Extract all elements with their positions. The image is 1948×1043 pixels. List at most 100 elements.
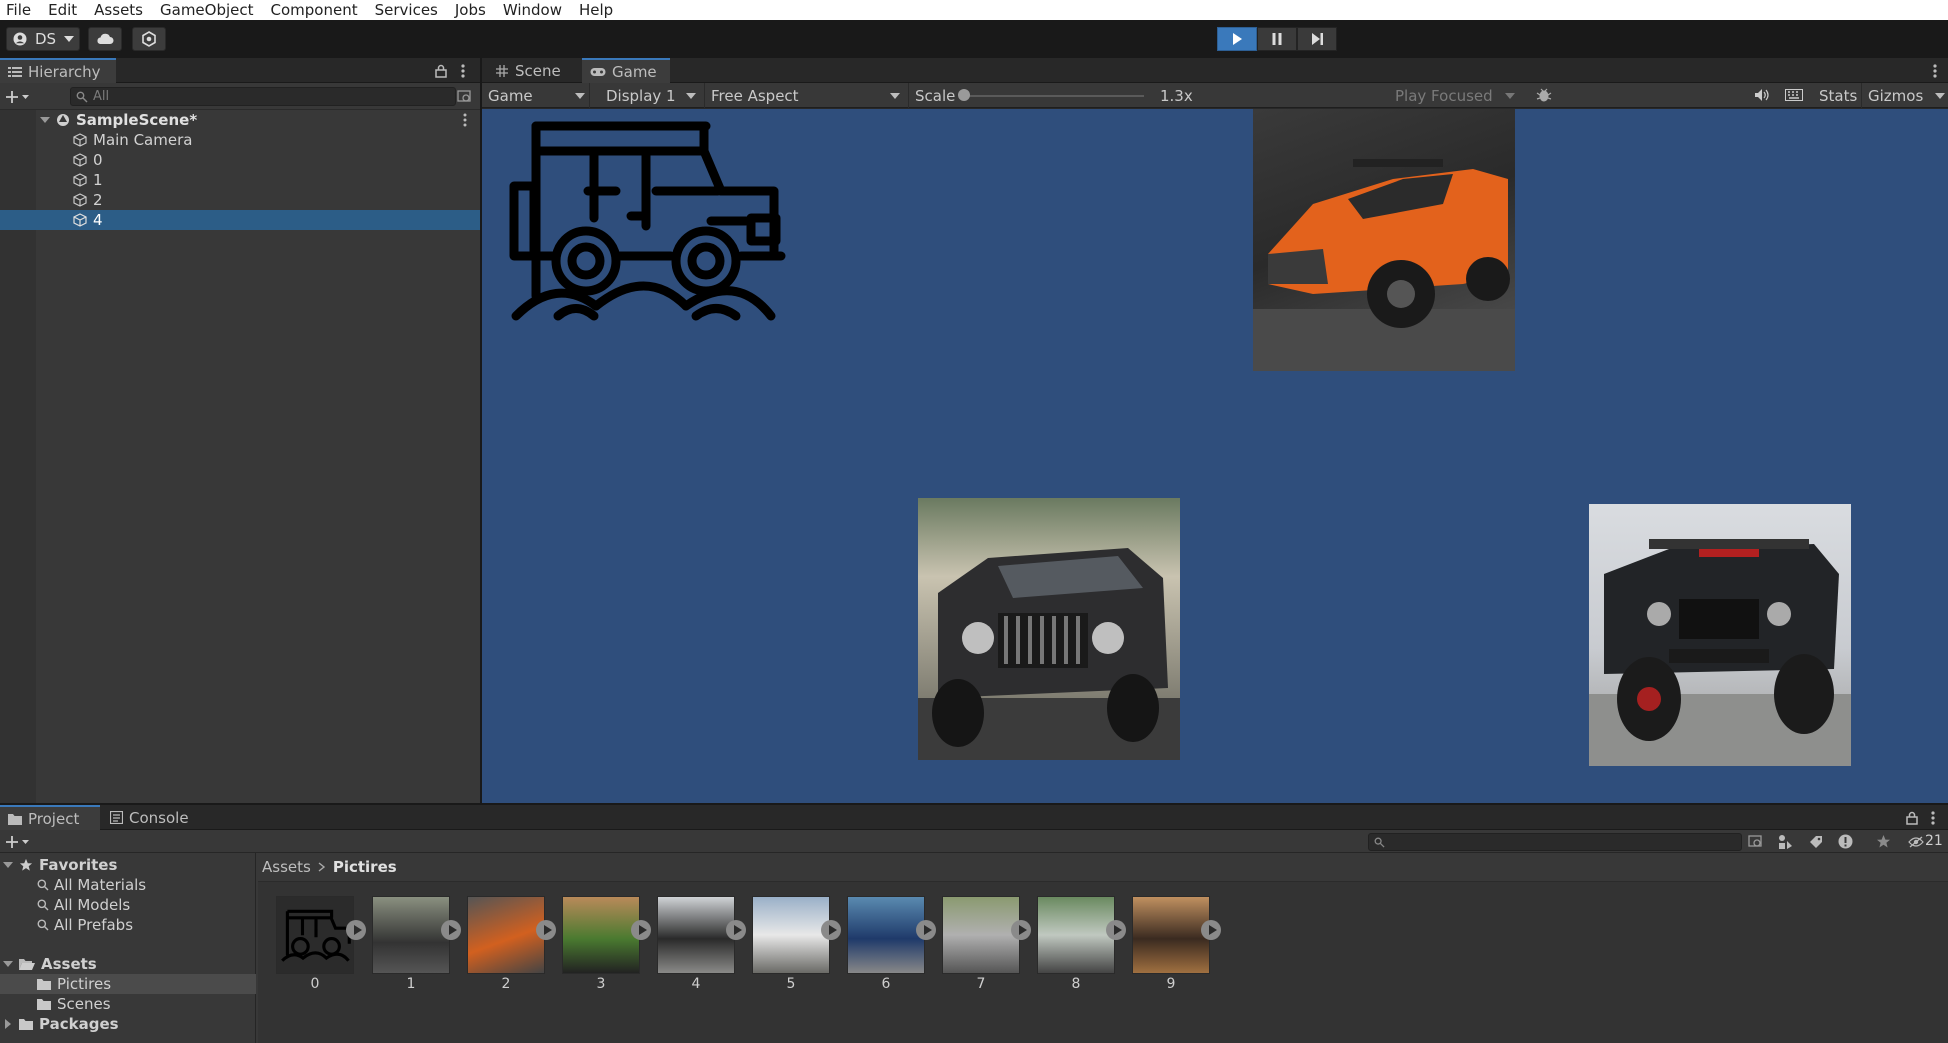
favorites-row[interactable]: Favorites — [0, 855, 256, 875]
search-by-type-icon[interactable] — [1748, 835, 1764, 849]
folder-pictires[interactable]: Pictires — [0, 974, 256, 994]
expand-arrow-icon[interactable] — [3, 960, 13, 968]
play-icon[interactable] — [726, 920, 746, 940]
expand-arrow-right-icon[interactable] — [4, 1019, 12, 1029]
asset-thumb-6[interactable] — [847, 896, 925, 974]
tab-project[interactable]: Project — [0, 805, 100, 830]
play-icon[interactable] — [1106, 920, 1126, 940]
play-focused-dropdown[interactable]: Play Focused — [1389, 83, 1519, 108]
folder-open-icon — [19, 959, 35, 970]
cloud-button[interactable] — [88, 27, 122, 51]
lock-icon[interactable] — [435, 64, 447, 78]
more-options-icon[interactable] — [1931, 811, 1935, 825]
bug-icon[interactable] — [1536, 87, 1552, 103]
speaker-icon[interactable] — [1754, 88, 1770, 102]
keyboard-icon[interactable] — [1785, 89, 1803, 101]
expand-arrow-icon[interactable] — [3, 861, 13, 869]
asset-thumb-5[interactable] — [752, 896, 830, 974]
play-icon[interactable] — [441, 920, 461, 940]
orange-truck-image — [1253, 109, 1515, 371]
play-icon[interactable] — [1011, 920, 1031, 940]
folder-scenes[interactable]: Scenes — [0, 994, 256, 1014]
hierarchy-item-1[interactable]: 1 — [0, 170, 480, 190]
lock-icon[interactable] — [1906, 811, 1918, 825]
hierarchy-item-2[interactable]: 2 — [0, 190, 480, 210]
warning-icon[interactable] — [1838, 834, 1853, 849]
assets-row[interactable]: Assets — [0, 954, 256, 974]
menu-component[interactable]: Component — [271, 0, 358, 20]
asset-thumb-0[interactable] — [276, 896, 354, 974]
menu-services[interactable]: Services — [375, 0, 438, 20]
filter-type-icon[interactable] — [1777, 834, 1793, 850]
hierarchy-item-4[interactable]: 4 — [0, 210, 480, 230]
expand-arrow-icon[interactable] — [40, 116, 50, 124]
asset-thumb-9[interactable] — [1132, 896, 1210, 974]
game-viewport[interactable] — [482, 109, 1948, 803]
hierarchy-item-main-camera[interactable]: Main Camera — [0, 130, 480, 150]
tag-icon[interactable] — [1809, 835, 1823, 849]
scene-options-icon[interactable] — [463, 113, 467, 127]
add-icon[interactable] — [6, 90, 30, 104]
display-dropdown[interactable]: Display 1 — [600, 83, 700, 108]
menu-jobs[interactable]: Jobs — [455, 0, 486, 20]
asset-thumb-8[interactable] — [1037, 896, 1115, 974]
play-icon[interactable] — [821, 920, 841, 940]
account-dropdown[interactable]: DS — [6, 27, 80, 51]
tab-hierarchy[interactable]: Hierarchy — [0, 58, 116, 83]
asset-thumb-7[interactable] — [942, 896, 1020, 974]
scale-slider-track[interactable] — [964, 95, 1144, 97]
display-label: Display 1 — [606, 86, 676, 105]
play-icon[interactable] — [916, 920, 936, 940]
hierarchy-search-input[interactable]: All — [70, 87, 456, 106]
asset-thumb-1[interactable] — [372, 896, 450, 974]
assets-label: Assets — [41, 955, 97, 973]
favorite-all-models[interactable]: All Models — [0, 895, 256, 915]
star-icon[interactable] — [1876, 834, 1891, 849]
play-icon[interactable] — [631, 920, 651, 940]
hierarchy-search-bar: All — [0, 84, 480, 110]
more-options-icon[interactable] — [461, 64, 465, 78]
game-mode-dropdown[interactable]: Game — [482, 83, 590, 108]
packages-row[interactable]: Packages — [0, 1014, 256, 1034]
menu-window[interactable]: Window — [503, 0, 562, 20]
collab-button[interactable] — [132, 27, 166, 51]
breadcrumb-root[interactable]: Assets — [262, 858, 311, 876]
aspect-dropdown[interactable]: Free Aspect — [704, 83, 904, 108]
favorite-all-prefabs[interactable]: All Prefabs — [0, 915, 256, 935]
menu-gameobject[interactable]: GameObject — [160, 0, 254, 20]
play-button[interactable] — [1217, 27, 1257, 51]
play-icon[interactable] — [1201, 920, 1221, 940]
pause-button[interactable] — [1257, 27, 1297, 51]
scene-row[interactable]: SampleScene* — [0, 110, 480, 130]
add-icon[interactable] — [6, 835, 30, 849]
play-icon[interactable] — [536, 920, 556, 940]
scale-slider-thumb[interactable] — [958, 89, 970, 101]
star-icon — [19, 858, 33, 871]
step-button[interactable] — [1297, 27, 1337, 51]
hidden-eye-icon[interactable] — [1908, 836, 1924, 848]
project-search-input[interactable] — [1368, 833, 1742, 851]
chevron-down-icon — [686, 93, 696, 99]
cloud-icon — [97, 33, 114, 44]
play-icon[interactable] — [346, 920, 366, 940]
more-options-icon[interactable] — [1933, 64, 1937, 78]
gizmos-dropdown[interactable]: Gizmos — [1861, 83, 1945, 108]
tab-game[interactable]: Game — [582, 58, 670, 83]
asset-thumb-2[interactable] — [467, 896, 545, 974]
tab-scene[interactable]: Scene — [488, 58, 582, 83]
menu-help[interactable]: Help — [579, 0, 613, 20]
menu-edit[interactable]: Edit — [48, 0, 77, 20]
hierarchy-item-0[interactable]: 0 — [0, 150, 480, 170]
tab-console[interactable]: Console — [102, 805, 202, 830]
menu-assets[interactable]: Assets — [94, 0, 143, 20]
menu-file[interactable]: File — [6, 0, 31, 20]
stats-button[interactable]: Stats — [1813, 83, 1863, 108]
chevron-down-icon — [890, 93, 900, 99]
main-toolbar — [0, 20, 1948, 58]
favorite-all-materials[interactable]: All Materials — [0, 875, 256, 895]
breadcrumb-current[interactable]: Pictires — [333, 858, 397, 876]
project-folder-tree: Favorites All Materials All Models All P… — [0, 853, 256, 1043]
search-options-icon[interactable] — [457, 90, 473, 104]
asset-thumb-3[interactable] — [562, 896, 640, 974]
asset-thumb-4[interactable] — [657, 896, 735, 974]
